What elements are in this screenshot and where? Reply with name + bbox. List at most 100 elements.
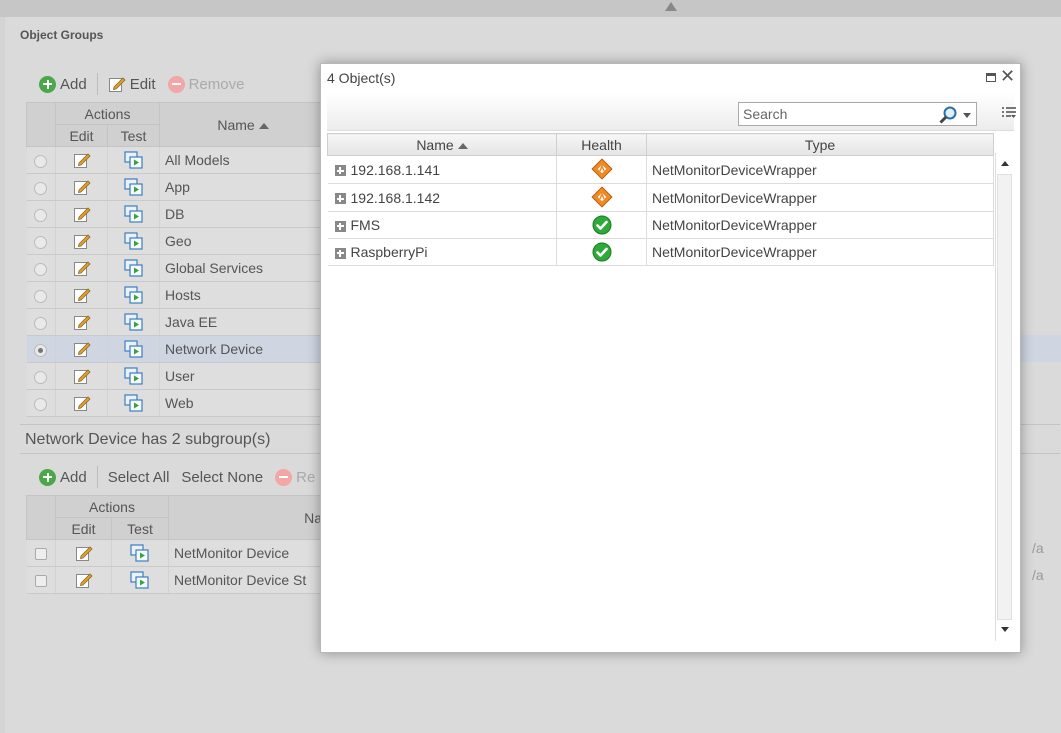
select-none-button[interactable]: Select None [175, 462, 269, 492]
group-name-cell[interactable]: Geo [159, 227, 328, 255]
row-radio[interactable] [34, 370, 48, 384]
edit-icon[interactable] [73, 205, 91, 223]
maximize-icon[interactable] [986, 73, 996, 82]
row-select-cell[interactable] [26, 389, 56, 417]
test-cell[interactable] [107, 335, 161, 363]
table-row[interactable]: DB [26, 200, 328, 228]
expand-icon[interactable] [334, 247, 346, 259]
test-icon[interactable] [123, 394, 144, 412]
name-column-header[interactable]: Na [168, 495, 328, 540]
edit-icon[interactable] [75, 544, 93, 562]
column-menu-icon[interactable] [1002, 106, 1016, 120]
row-radio[interactable] [34, 181, 48, 195]
row-radio[interactable] [34, 208, 48, 222]
search-input[interactable] [739, 103, 934, 125]
table-row[interactable]: Web [26, 389, 328, 417]
group-name-cell[interactable]: Java EE [159, 308, 328, 336]
edit-icon[interactable] [73, 286, 91, 304]
row-checkbox-cell[interactable] [26, 566, 56, 594]
table-row[interactable]: User [26, 362, 328, 390]
test-icon[interactable] [123, 313, 144, 331]
row-select-cell[interactable] [26, 173, 56, 201]
table-row[interactable]: All Models [26, 146, 328, 174]
row-select-cell[interactable] [26, 254, 56, 282]
scroll-up-icon[interactable] [1001, 161, 1009, 166]
group-name-cell[interactable]: App [159, 173, 328, 201]
subgroup-name-cell[interactable]: NetMonitor Device [168, 539, 328, 567]
add-button[interactable]: Add [33, 69, 93, 99]
test-cell[interactable] [107, 362, 161, 390]
table-row[interactable]: Network Device [26, 335, 328, 363]
edit-cell[interactable] [55, 362, 108, 390]
test-cell[interactable] [111, 539, 170, 567]
edit-cell[interactable] [55, 173, 108, 201]
test-icon[interactable] [123, 178, 144, 196]
edit-icon[interactable] [73, 340, 91, 358]
test-icon[interactable] [123, 205, 144, 223]
group-name-cell[interactable]: Web [159, 389, 328, 417]
edit-icon[interactable] [73, 178, 91, 196]
test-cell[interactable] [107, 200, 161, 228]
row-radio[interactable] [34, 154, 48, 168]
table-row[interactable]: Hosts [26, 281, 328, 309]
group-name-cell[interactable]: All Models [159, 146, 328, 174]
test-icon[interactable] [123, 367, 144, 385]
scroll-down-icon[interactable] [1001, 627, 1009, 632]
row-radio[interactable] [34, 397, 48, 411]
subgroup-name-cell[interactable]: NetMonitor Device St [168, 566, 328, 594]
row-select-cell[interactable] [26, 362, 56, 390]
subgroup-remove-button[interactable]: Re [269, 462, 321, 492]
table-row[interactable]: App [26, 173, 328, 201]
table-row[interactable]: 192.168.1.142 NetMonitorDeviceWrapper [327, 183, 994, 212]
row-radio[interactable] [34, 343, 48, 357]
table-row[interactable]: RaspberryPi NetMonitorDeviceWrapper [327, 238, 994, 266]
test-icon[interactable] [123, 232, 144, 250]
object-name-cell[interactable]: FMS [327, 211, 557, 239]
test-icon[interactable] [123, 340, 144, 358]
object-name-cell[interactable]: 192.168.1.141 [327, 155, 557, 184]
row-radio[interactable] [34, 262, 48, 276]
row-checkbox[interactable] [34, 575, 47, 588]
edit-cell[interactable] [55, 200, 108, 228]
collapse-arrow-icon[interactable] [665, 2, 677, 11]
scroll-track[interactable] [997, 174, 1012, 620]
remove-button[interactable]: Remove [162, 69, 251, 99]
test-cell[interactable] [107, 389, 161, 417]
edit-cell[interactable] [55, 146, 108, 174]
edit-cell[interactable] [55, 335, 108, 363]
health-column-header[interactable]: Health [556, 133, 647, 156]
group-name-cell[interactable]: Global Services [159, 254, 328, 282]
row-select-cell[interactable] [26, 308, 56, 336]
select-all-button[interactable]: Select All [102, 462, 176, 492]
table-row[interactable]: Global Services [26, 254, 328, 282]
test-cell[interactable] [107, 308, 161, 336]
test-icon[interactable] [123, 259, 144, 277]
test-cell[interactable] [107, 173, 161, 201]
edit-button[interactable]: Edit [102, 69, 162, 99]
edit-cell[interactable] [55, 389, 108, 417]
edit-icon[interactable] [73, 151, 91, 169]
test-icon[interactable] [123, 151, 144, 169]
edit-icon[interactable] [73, 232, 91, 250]
test-cell[interactable] [111, 566, 170, 594]
edit-icon[interactable] [75, 571, 93, 589]
row-radio[interactable] [34, 235, 48, 249]
group-name-cell[interactable]: Network Device [159, 335, 328, 363]
name-column-header[interactable]: Name [159, 102, 328, 147]
type-column-header[interactable]: Type [646, 133, 994, 156]
close-icon[interactable]: ✕ [1000, 67, 1015, 85]
vertical-scrollbar[interactable] [995, 153, 1013, 641]
test-cell[interactable] [107, 146, 161, 174]
table-row[interactable]: NetMonitor Device St [26, 566, 328, 594]
search-icon[interactable] [938, 105, 958, 125]
expand-icon[interactable] [334, 165, 346, 177]
edit-icon[interactable] [73, 367, 91, 385]
row-select-cell[interactable] [26, 227, 56, 255]
edit-cell[interactable] [55, 254, 108, 282]
edit-cell[interactable] [55, 566, 112, 594]
edit-icon[interactable] [73, 394, 91, 412]
edit-cell[interactable] [55, 227, 108, 255]
subgroup-add-button[interactable]: Add [33, 462, 93, 492]
edit-cell[interactable] [55, 308, 108, 336]
test-cell[interactable] [107, 254, 161, 282]
